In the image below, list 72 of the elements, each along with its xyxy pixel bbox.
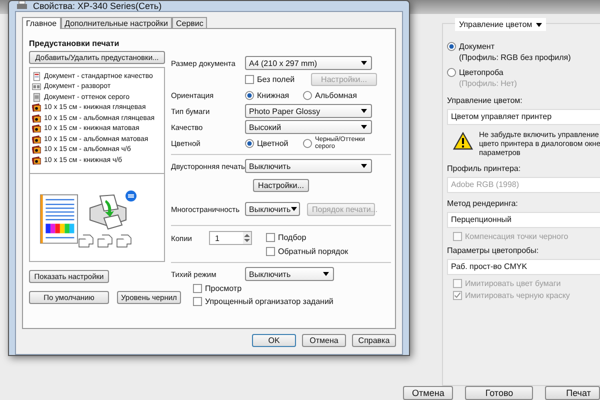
dialog-button[interactable]: Отмена [302,334,346,347]
window-title: Свойства: XP-340 Series(Сеть) [33,1,162,11]
dialog-button[interactable]: Готово [465,386,534,400]
field-label: Управление цветом: [447,96,522,107]
radio-option[interactable]: Цветной [245,137,303,149]
checkbox[interactable] [266,246,275,256]
document-icon [32,92,41,102]
radio-button[interactable] [245,138,254,148]
caret-icon [536,22,542,26]
field-label: Профиль принтера: [447,164,521,175]
radio-button[interactable] [447,68,456,76]
proof-field[interactable]: Раб. прост-во CMYK [447,259,600,275]
radio-button[interactable] [303,90,312,100]
caret-icon [290,207,297,211]
radio-option[interactable]: Цветопроба [447,66,504,78]
checkbox-option[interactable]: Обратный порядок [266,245,348,257]
warning-icon [453,132,473,150]
profile-note: (Профиль: Нет) [459,79,517,90]
caret-icon [361,109,367,113]
radio-option[interactable]: Альбомная [303,89,361,101]
caret-icon [361,164,367,168]
copies-spinbox[interactable]: 1 [209,231,252,245]
checkbox-option[interactable]: Упрощенный организатор заданий [193,295,391,308]
settings-button[interactable]: Настройки... [253,178,309,192]
spread-icon [32,82,41,92]
photo-icon [32,145,41,154]
checkbox-option[interactable]: Без полей [245,73,303,85]
dialog-button[interactable]: OK [252,334,296,347]
field-label: Параметры цветопробы: [447,246,539,257]
spin-arrows-icon[interactable] [243,232,251,244]
checkbox-option[interactable]: Подбор [266,231,348,243]
radio-option[interactable]: Книжная [245,89,303,101]
badge-icon [125,190,137,202]
printer-icon [16,1,28,11]
dialog-button[interactable]: Печат [545,386,600,400]
photo-icon [32,103,41,112]
radio-button[interactable] [447,42,456,50]
photo-icon [32,114,41,123]
caret-icon [323,272,329,276]
section-heading: Предустановки печати [29,39,120,50]
radio-button[interactable] [303,138,312,148]
photo-icon [32,124,41,134]
photo-icon [32,134,41,144]
paper-type-dropdown[interactable]: Photo Paper Glossy [245,104,372,118]
page-layout-icons-drawing [78,234,134,248]
checkbox[interactable] [193,297,202,306]
quality-dropdown[interactable]: Высокий [245,120,372,134]
dialog-button[interactable]: Отмена [403,386,454,400]
radio-button[interactable] [245,90,254,100]
color-handling-field[interactable]: Цветом управляет принтер [447,109,600,125]
checkbox[interactable] [245,74,254,84]
document-icon [32,72,41,81]
tab[interactable]: Главное [22,17,61,29]
quiet-mode-dropdown[interactable]: Выключить [245,267,334,281]
dialog-button[interactable]: Справка [352,334,396,347]
field-label: Метод рендеринга: [447,199,518,210]
rendering-field[interactable]: Перцепционный [447,212,600,228]
caret-icon [361,61,367,65]
tab[interactable]: Сервис [172,17,208,28]
checkbox-option[interactable]: Просмотр [193,282,391,295]
checkbox[interactable] [193,284,202,293]
multipage-dropdown[interactable]: Выключить [245,202,300,216]
page-preview-drawing [40,194,78,244]
checkbox[interactable] [266,232,275,242]
duplex-dropdown[interactable]: Выключить [245,159,372,173]
document-size-dropdown[interactable]: A4 (210 x 297 mm) [245,56,372,70]
radio-option[interactable]: Документ [447,40,494,52]
tab[interactable]: Дополнительные настройки [60,17,172,28]
caret-icon [361,125,367,129]
profile-note: (Профиль: RGB без профиля) [459,53,571,64]
color-mode-dropdown[interactable]: Управление цветом [455,18,546,31]
photo-icon [32,156,41,165]
